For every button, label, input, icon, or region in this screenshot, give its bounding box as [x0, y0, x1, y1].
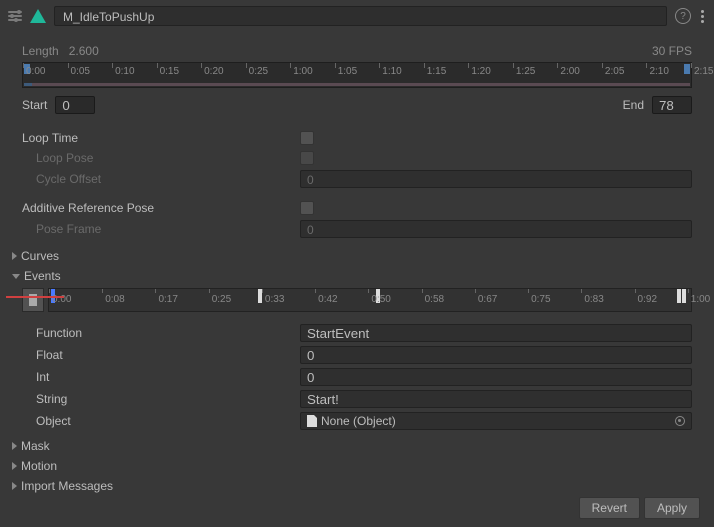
events-tick-label: 0:33	[265, 294, 284, 305]
float-label: Float	[22, 348, 300, 362]
cycle-offset-field: 0	[300, 170, 692, 188]
timeline-tick-label: 1:20	[471, 66, 490, 77]
timeline-tick-label: 0:15	[160, 66, 179, 77]
events-track[interactable]: 0:000:080:170:250:330:420:500:580:670:75…	[48, 288, 692, 312]
object-field[interactable]: None (Object)	[300, 412, 692, 430]
timeline-tick-label: 0:25	[249, 66, 268, 77]
events-tick-label: 0:75	[531, 294, 550, 305]
int-field[interactable]	[300, 368, 692, 386]
timeline-tick-label: 1:15	[427, 66, 446, 77]
additive-ref-checkbox[interactable]	[300, 201, 314, 215]
event-marker[interactable]	[682, 289, 686, 303]
add-event-button[interactable]	[22, 288, 44, 312]
asset-icon	[30, 9, 46, 23]
string-label: String	[22, 392, 300, 406]
inspector-icon	[8, 11, 22, 21]
loop-pose-label: Loop Pose	[22, 151, 300, 165]
events-tick-label: 0:92	[638, 294, 657, 305]
events-tick-label: 0:08	[105, 294, 124, 305]
start-label: Start	[22, 98, 47, 112]
pose-frame-label: Pose Frame	[22, 222, 300, 236]
timeline-tick-label: 0:05	[71, 66, 90, 77]
cycle-offset-label: Cycle Offset	[22, 172, 300, 186]
events-tick-label: 0:17	[158, 294, 177, 305]
revert-button[interactable]: Revert	[579, 497, 640, 519]
pose-frame-field: 0	[300, 220, 692, 238]
events-highlight	[6, 296, 64, 298]
events-tick-label: 0:58	[425, 294, 444, 305]
loop-time-label: Loop Time	[22, 131, 300, 145]
import-messages-foldout[interactable]: Import Messages	[12, 476, 692, 496]
end-field[interactable]	[652, 96, 692, 114]
object-picker-icon[interactable]	[675, 416, 685, 426]
timeline-tick-label: 1:00	[293, 66, 312, 77]
timeline-tick-label: 1:25	[516, 66, 535, 77]
chevron-down-icon	[12, 274, 20, 279]
timeline-tick-label: 2:00	[560, 66, 579, 77]
event-marker[interactable]	[677, 289, 681, 303]
timeline-tick-label: 2:15	[694, 66, 713, 77]
timeline-tick-label: 2:05	[605, 66, 624, 77]
chevron-right-icon	[12, 442, 17, 450]
object-type-icon	[307, 415, 317, 427]
end-label: End	[623, 98, 644, 112]
float-field[interactable]	[300, 346, 692, 364]
start-field[interactable]	[55, 96, 95, 114]
timeline-tick-label: 0:00	[26, 66, 45, 77]
object-label: Object	[22, 414, 300, 428]
apply-button[interactable]: Apply	[644, 497, 700, 519]
timeline-tick-label: 0:10	[115, 66, 134, 77]
chevron-right-icon	[12, 482, 17, 490]
function-field[interactable]	[300, 324, 692, 342]
clip-range-timeline[interactable]: 0:00 0:05 0:10 0:15 0:20 0:25 1:00 1:05 1:10 1:15…	[22, 62, 692, 88]
mask-foldout[interactable]: Mask	[12, 436, 692, 456]
function-label: Function	[22, 326, 300, 340]
chevron-right-icon	[12, 252, 17, 260]
clip-name-field[interactable]: M_IdleToPushUp	[54, 6, 667, 26]
events-tick-label: 0:67	[478, 294, 497, 305]
string-field[interactable]	[300, 390, 692, 408]
timeline-tick-label: 2:10	[649, 66, 668, 77]
motion-foldout[interactable]: Motion	[12, 456, 692, 476]
fps-label: 30 FPS	[652, 44, 692, 58]
timeline-tick-label: 1:10	[382, 66, 401, 77]
events-tick-label: 0:42	[318, 294, 337, 305]
help-icon[interactable]: ?	[675, 8, 691, 24]
loop-pose-checkbox	[300, 151, 314, 165]
chevron-right-icon	[12, 462, 17, 470]
events-foldout[interactable]: Events	[12, 266, 692, 286]
loop-time-checkbox[interactable]	[300, 131, 314, 145]
events-tick-label: 0:25	[212, 294, 231, 305]
timeline-tick-label: 1:05	[338, 66, 357, 77]
curves-foldout[interactable]: Curves	[12, 246, 692, 266]
events-tick-label: 0:50	[371, 294, 390, 305]
events-tick-label: 0:83	[584, 294, 603, 305]
events-tick-label: 1:00	[691, 294, 710, 305]
additive-ref-label: Additive Reference Pose	[22, 201, 300, 215]
context-menu-icon[interactable]	[699, 8, 706, 25]
length-label: Length 2.600	[22, 44, 99, 58]
range-end-handle[interactable]	[684, 64, 690, 74]
timeline-tick-label: 0:20	[204, 66, 223, 77]
int-label: Int	[22, 370, 300, 384]
